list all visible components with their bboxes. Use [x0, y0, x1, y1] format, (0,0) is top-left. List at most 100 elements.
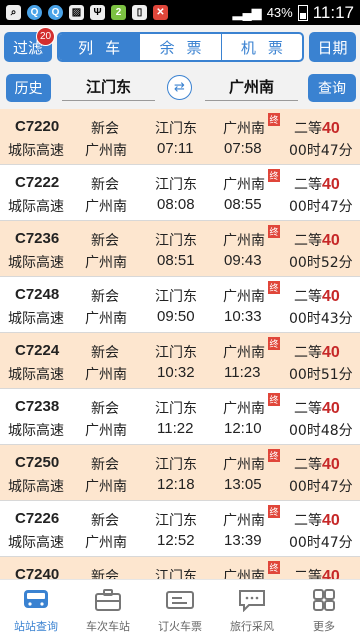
train-type: 城际高速	[8, 199, 64, 215]
origin-station: 新会	[91, 401, 119, 417]
departure-time: 08:51	[157, 252, 195, 269]
nav-label: 旅行采风	[230, 620, 274, 633]
bottom-navigation: 站站查询 车次车站 订火车票 旅行采风 更多	[0, 579, 360, 640]
trip-duration: 00时47分	[289, 535, 353, 551]
notification-count-icon: 2	[111, 5, 126, 20]
departure-station: 江门东	[155, 401, 197, 417]
seat-class: 二等	[294, 177, 322, 193]
search-notification-icon: ⌕	[6, 5, 21, 20]
departure-station: 江门东	[155, 513, 197, 529]
nav-travel[interactable]: 旅行采风	[216, 580, 288, 640]
nav-station-query[interactable]: 站站查询	[0, 580, 72, 640]
tab-remaining-tickets[interactable]: 余票	[139, 34, 220, 60]
origin-station: 新会	[91, 289, 119, 305]
origin-station: 新会	[91, 457, 119, 473]
seat-class: 二等	[294, 233, 322, 249]
grid-icon	[313, 589, 335, 611]
seat-availability: 二等40	[294, 342, 340, 362]
train-type: 城际高速	[8, 479, 64, 495]
from-station-field[interactable]: 江门东	[62, 73, 155, 101]
arrival-time: 11:23	[224, 364, 261, 381]
train-type: 城际高速	[8, 311, 64, 327]
terminal-station: 广州南	[85, 199, 127, 215]
origin-station: 新会	[91, 121, 119, 137]
arrival-time: 13:39	[224, 532, 262, 549]
app-q-icon-2: Q	[48, 5, 63, 20]
departure-time: 12:18	[157, 476, 195, 493]
swap-stations-icon[interactable]: ⇄	[167, 75, 192, 100]
history-button[interactable]: 历史	[6, 74, 51, 102]
origin-station: 新会	[91, 513, 119, 529]
clock: 11:17	[312, 2, 354, 22]
sd-card-icon: ▯	[132, 5, 147, 20]
seat-class: 二等	[294, 345, 322, 361]
departure-time: 07:11	[157, 140, 194, 157]
seat-count: 40	[322, 568, 340, 579]
battery-icon	[297, 4, 308, 21]
departure-station: 江门东	[155, 177, 197, 193]
terminal-badge: 终	[268, 337, 280, 350]
origin-station: 新会	[91, 569, 119, 579]
nav-label: 更多	[313, 620, 335, 633]
briefcase-icon	[95, 589, 121, 611]
train-row[interactable]: C7226 城际高速 新会 广州南 江门东 12:52 广州南 13:39 00时47分终二等4…	[0, 501, 360, 557]
nav-book-ticket[interactable]: 订火车票	[144, 580, 216, 640]
arrival-time: 12:10	[224, 420, 262, 437]
seat-class: 二等	[294, 121, 322, 137]
train-row[interactable]: C7250 城际高速 新会 广州南 江门东 12:18 广州南 13:05 00时47分终二等4…	[0, 445, 360, 501]
terminal-station: 广州南	[85, 535, 127, 551]
seat-count: 40	[322, 120, 340, 137]
seat-count: 40	[322, 344, 340, 361]
departure-time: 12:52	[157, 532, 195, 549]
query-button[interactable]: 查询	[308, 74, 356, 102]
train-number: C7240	[15, 566, 60, 579]
trip-duration: 00时47分	[289, 199, 353, 215]
tab-flights[interactable]: 机票	[220, 34, 302, 60]
tab-trains[interactable]: 列车	[59, 34, 140, 60]
departure-station: 江门东	[155, 569, 197, 579]
nav-train-station[interactable]: 车次车站	[72, 580, 144, 640]
arrival-station: 广州南	[223, 233, 265, 249]
arrival-time: 10:33	[224, 308, 262, 325]
train-row[interactable]: C7236 城际高速 新会 广州南 江门东 08:51 广州南 09:43 00时52分终二等4…	[0, 221, 360, 277]
signal-icon: ▂▄▆	[232, 4, 262, 20]
top-toolbar: 过滤 20 列车 余票 机票 日期	[0, 25, 360, 71]
train-number: C7226	[15, 510, 60, 527]
terminal-station: 广州南	[85, 143, 127, 159]
seat-availability: 二等40	[294, 454, 340, 474]
seat-class: 二等	[294, 457, 322, 473]
departure-station: 江门东	[155, 121, 197, 137]
arrival-station: 广州南	[223, 457, 265, 473]
train-row[interactable]: C7224 城际高速 新会 广州南 江门东 10:32 广州南 11:23 00时51分终二等4…	[0, 333, 360, 389]
departure-station: 江门东	[155, 289, 197, 305]
trip-duration: 00时52分	[289, 255, 353, 271]
seat-availability: 二等40	[294, 118, 340, 138]
seat-availability: 二等40	[294, 510, 340, 530]
departure-station: 江门东	[155, 457, 197, 473]
train-row[interactable]: C7222 城际高速 新会 广州南 江门东 08:08 广州南 08:55 00时47分终二等4…	[0, 165, 360, 221]
train-number: C7238	[15, 398, 60, 415]
seat-availability: 二等40	[294, 398, 340, 418]
seat-availability: 二等40	[294, 174, 340, 194]
train-row[interactable]: C7220 城际高速 新会 广州南 江门东 07:11 广州南 07:58 00时47分终二等4…	[0, 109, 360, 165]
train-type: 城际高速	[8, 535, 64, 551]
seat-availability: 二等40	[294, 566, 340, 579]
seat-class: 二等	[294, 569, 322, 579]
date-button[interactable]: 日期	[309, 32, 356, 62]
terminal-badge: 终	[268, 561, 280, 574]
departure-time: 08:08	[157, 196, 195, 213]
train-type: 城际高速	[8, 143, 64, 159]
arrival-time: 07:58	[224, 140, 262, 157]
train-row[interactable]: C7240城际高速新会广州南江门东广州南终二等40	[0, 557, 360, 579]
nav-more[interactable]: 更多	[288, 580, 360, 640]
arrival-station: 广州南	[223, 569, 265, 579]
station-search-row: 历史 江门东 ⇄ 广州南 查询	[0, 71, 360, 109]
terminal-badge: 终	[268, 169, 280, 182]
departure-time: 11:22	[157, 420, 194, 437]
train-row[interactable]: C7248 城际高速 新会 广州南 江门东 09:50 广州南 10:33 00时43分终二等4…	[0, 277, 360, 333]
terminal-badge: 终	[268, 449, 280, 462]
blocked-icon: ✕	[153, 5, 168, 20]
arrival-time: 09:43	[224, 252, 262, 269]
to-station-field[interactable]: 广州南	[205, 73, 298, 101]
train-row[interactable]: C7238 城际高速 新会 广州南 江门东 11:22 广州南 12:10 00时48分终二等4…	[0, 389, 360, 445]
